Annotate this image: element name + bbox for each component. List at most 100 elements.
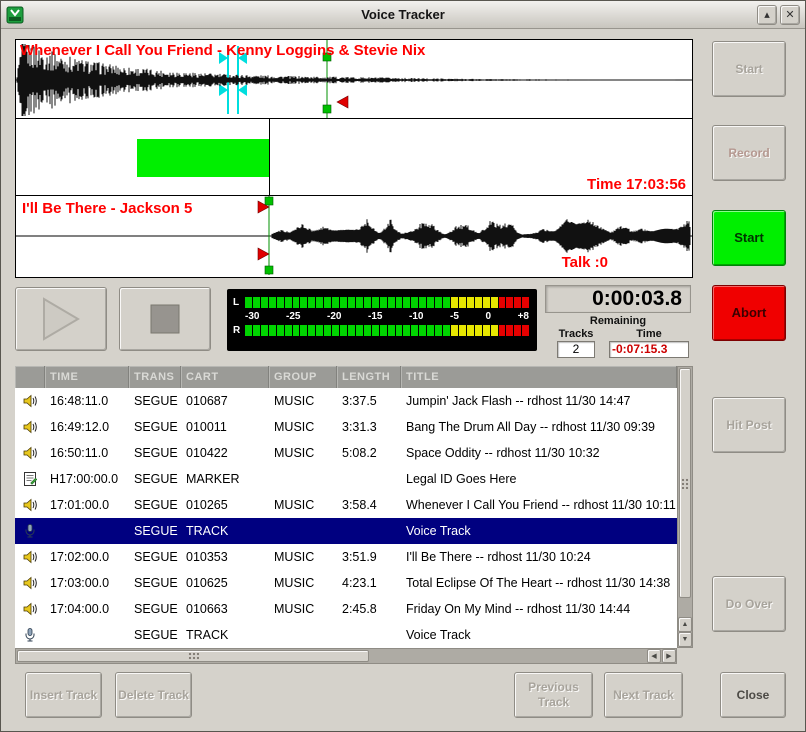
track1-waveform-panel[interactable]: Whenever I Call You Friend - Kenny Loggi… [16, 40, 692, 119]
log-table-body: 16:48:11.0SEGUE010687MUSIC3:37.5Jumpin' … [15, 388, 677, 648]
cell-trans: SEGUE [129, 628, 181, 642]
scroll-down-icon[interactable]: ▼ [678, 632, 692, 647]
app-icon [6, 6, 24, 24]
cell-trans: SEGUE [129, 498, 181, 512]
remaining-label: Remaining [545, 315, 691, 327]
vertical-scrollbar[interactable]: ▲ ▼ [677, 366, 693, 648]
cell-title: Jumpin' Jack Flash -- rdhost 11/30 14:47 [401, 394, 677, 408]
cell-length: 5:08.2 [337, 446, 401, 460]
track-start-line [269, 119, 270, 196]
meter-right-label: R [233, 325, 245, 336]
insert-track-button[interactable]: Insert Track [25, 672, 102, 718]
waveform-area: Whenever I Call You Friend - Kenny Loggi… [15, 39, 693, 278]
play-icon [42, 297, 80, 341]
vertical-scrollbar-thumb[interactable] [679, 368, 691, 598]
remaining-tracks-label: Tracks [545, 328, 607, 340]
previous-track-button[interactable]: Previous Track [514, 672, 593, 718]
stop-icon [150, 304, 180, 334]
header-group[interactable]: GROUP [269, 366, 337, 388]
remaining-panel: Remaining Tracks 2 Time -0:07:15.3 [545, 315, 691, 358]
cell-title: I'll Be There -- rdhost 11/30 10:24 [401, 550, 677, 564]
header-trans[interactable]: TRANS [129, 366, 181, 388]
cell-trans: SEGUE [129, 420, 181, 434]
table-row[interactable]: 16:48:11.0SEGUE010687MUSIC3:37.5Jumpin' … [15, 388, 677, 414]
cell-cart: MARKER [181, 472, 269, 486]
speaker-icon [15, 575, 45, 591]
cell-title: Space Oddity -- rdhost 11/30 10:32 [401, 446, 677, 460]
track3-title: I'll Be There - Jackson 5 [22, 200, 192, 217]
cell-time: 16:48:11.0 [45, 394, 129, 408]
cell-cart: 010625 [181, 576, 269, 590]
track3-waveform-panel[interactable]: I'll Be There - Jackson 5 Talk :0 [16, 196, 692, 275]
horizontal-scrollbar[interactable]: ◀ ▶ [15, 648, 677, 664]
cell-cart: 010663 [181, 602, 269, 616]
cell-length: 4:23.1 [337, 576, 401, 590]
cell-cart: 010687 [181, 394, 269, 408]
do-over-button[interactable]: Do Over [712, 576, 786, 632]
play-button[interactable] [15, 287, 107, 351]
next-track-button[interactable]: Next Track [604, 672, 683, 718]
table-row[interactable]: SEGUETRACKVoice Track [15, 518, 677, 544]
speaker-icon [15, 601, 45, 617]
cell-cart: 010265 [181, 498, 269, 512]
cell-time: 16:50:11.0 [45, 446, 129, 460]
cell-trans: SEGUE [129, 576, 181, 590]
cell-title: Total Eclipse Of The Heart -- rdhost 11/… [401, 576, 677, 590]
table-row[interactable]: 16:50:11.0SEGUE010422MUSIC5:08.2Space Od… [15, 440, 677, 466]
cell-time: 17:03:00.0 [45, 576, 129, 590]
abort-button[interactable]: Abort [712, 285, 786, 341]
header-icon-col[interactable] [15, 366, 45, 388]
table-row[interactable]: 16:49:12.0SEGUE010011MUSIC3:31.3Bang The… [15, 414, 677, 440]
cell-title: Bang The Drum All Day -- rdhost 11/30 09… [401, 420, 677, 434]
cell-cart: TRACK [181, 524, 269, 538]
cell-cart: TRACK [181, 628, 269, 642]
header-cart[interactable]: CART [181, 366, 269, 388]
speaker-icon [15, 549, 45, 565]
table-row[interactable]: 17:03:00.0SEGUE010625MUSIC4:23.1Total Ec… [15, 570, 677, 596]
meter-left-label: L [233, 297, 245, 308]
record-button[interactable]: Record [712, 125, 786, 181]
cell-title: Voice Track [401, 628, 677, 642]
cell-title: Voice Track [401, 524, 677, 538]
start-track2-button[interactable]: Start [712, 210, 786, 266]
delete-track-button[interactable]: Delete Track [115, 672, 192, 718]
close-button[interactable]: Close [720, 672, 786, 718]
voice-tracker-window: Voice Tracker ▴ ✕ Whenever I Call You Fr… [0, 0, 806, 732]
header-time[interactable]: TIME [45, 366, 129, 388]
speaker-icon [15, 393, 45, 409]
elapsed-time-display: 0:00:03.8 [545, 285, 691, 313]
title-bar[interactable]: Voice Tracker ▴ ✕ [1, 1, 805, 29]
close-window-icon[interactable]: ✕ [780, 5, 800, 25]
header-length[interactable]: LENGTH [337, 366, 401, 388]
cell-length: 3:37.5 [337, 394, 401, 408]
hit-post-button[interactable]: Hit Post [712, 397, 786, 453]
voicetrack-panel[interactable]: Time 17:03:56 [16, 119, 692, 196]
cell-length: 3:58.4 [337, 498, 401, 512]
table-row[interactable]: H17:00:00.0SEGUEMARKERLegal ID Goes Here [15, 466, 677, 492]
cell-group: MUSIC [269, 602, 337, 616]
cell-group: MUSIC [269, 420, 337, 434]
cell-group: MUSIC [269, 446, 337, 460]
table-row[interactable]: SEGUETRACK Voice Track [15, 622, 677, 648]
mic-icon [15, 523, 45, 539]
cell-group: MUSIC [269, 394, 337, 408]
scroll-up-icon[interactable]: ▲ [678, 617, 692, 632]
cell-trans: SEGUE [129, 550, 181, 564]
table-row[interactable]: 17:04:00.0SEGUE010663MUSIC2:45.8Friday O… [15, 596, 677, 622]
horizontal-scrollbar-thumb[interactable] [17, 650, 369, 662]
shade-window-icon[interactable]: ▴ [757, 5, 777, 25]
table-row[interactable]: 17:01:00.0SEGUE010265MUSIC3:58.4Whenever… [15, 492, 677, 518]
scroll-left-icon[interactable]: ◀ [647, 649, 661, 663]
meter-left-leds [245, 297, 529, 308]
start-track1-button[interactable]: Start [712, 41, 786, 97]
table-row[interactable]: 17:02:00.0SEGUE010353MUSIC3:51.9I'll Be … [15, 544, 677, 570]
stop-button[interactable] [119, 287, 211, 351]
cell-cart: 010011 [181, 420, 269, 434]
header-title[interactable]: TITLE [401, 366, 677, 388]
voicetrack-region[interactable] [137, 139, 269, 177]
log-table-header: TIME TRANS CART GROUP LENGTH TITLE [15, 366, 677, 388]
cell-trans: SEGUE [129, 602, 181, 616]
cell-time: 17:02:00.0 [45, 550, 129, 564]
scroll-right-icon[interactable]: ▶ [662, 649, 676, 663]
cell-length: 3:31.3 [337, 420, 401, 434]
